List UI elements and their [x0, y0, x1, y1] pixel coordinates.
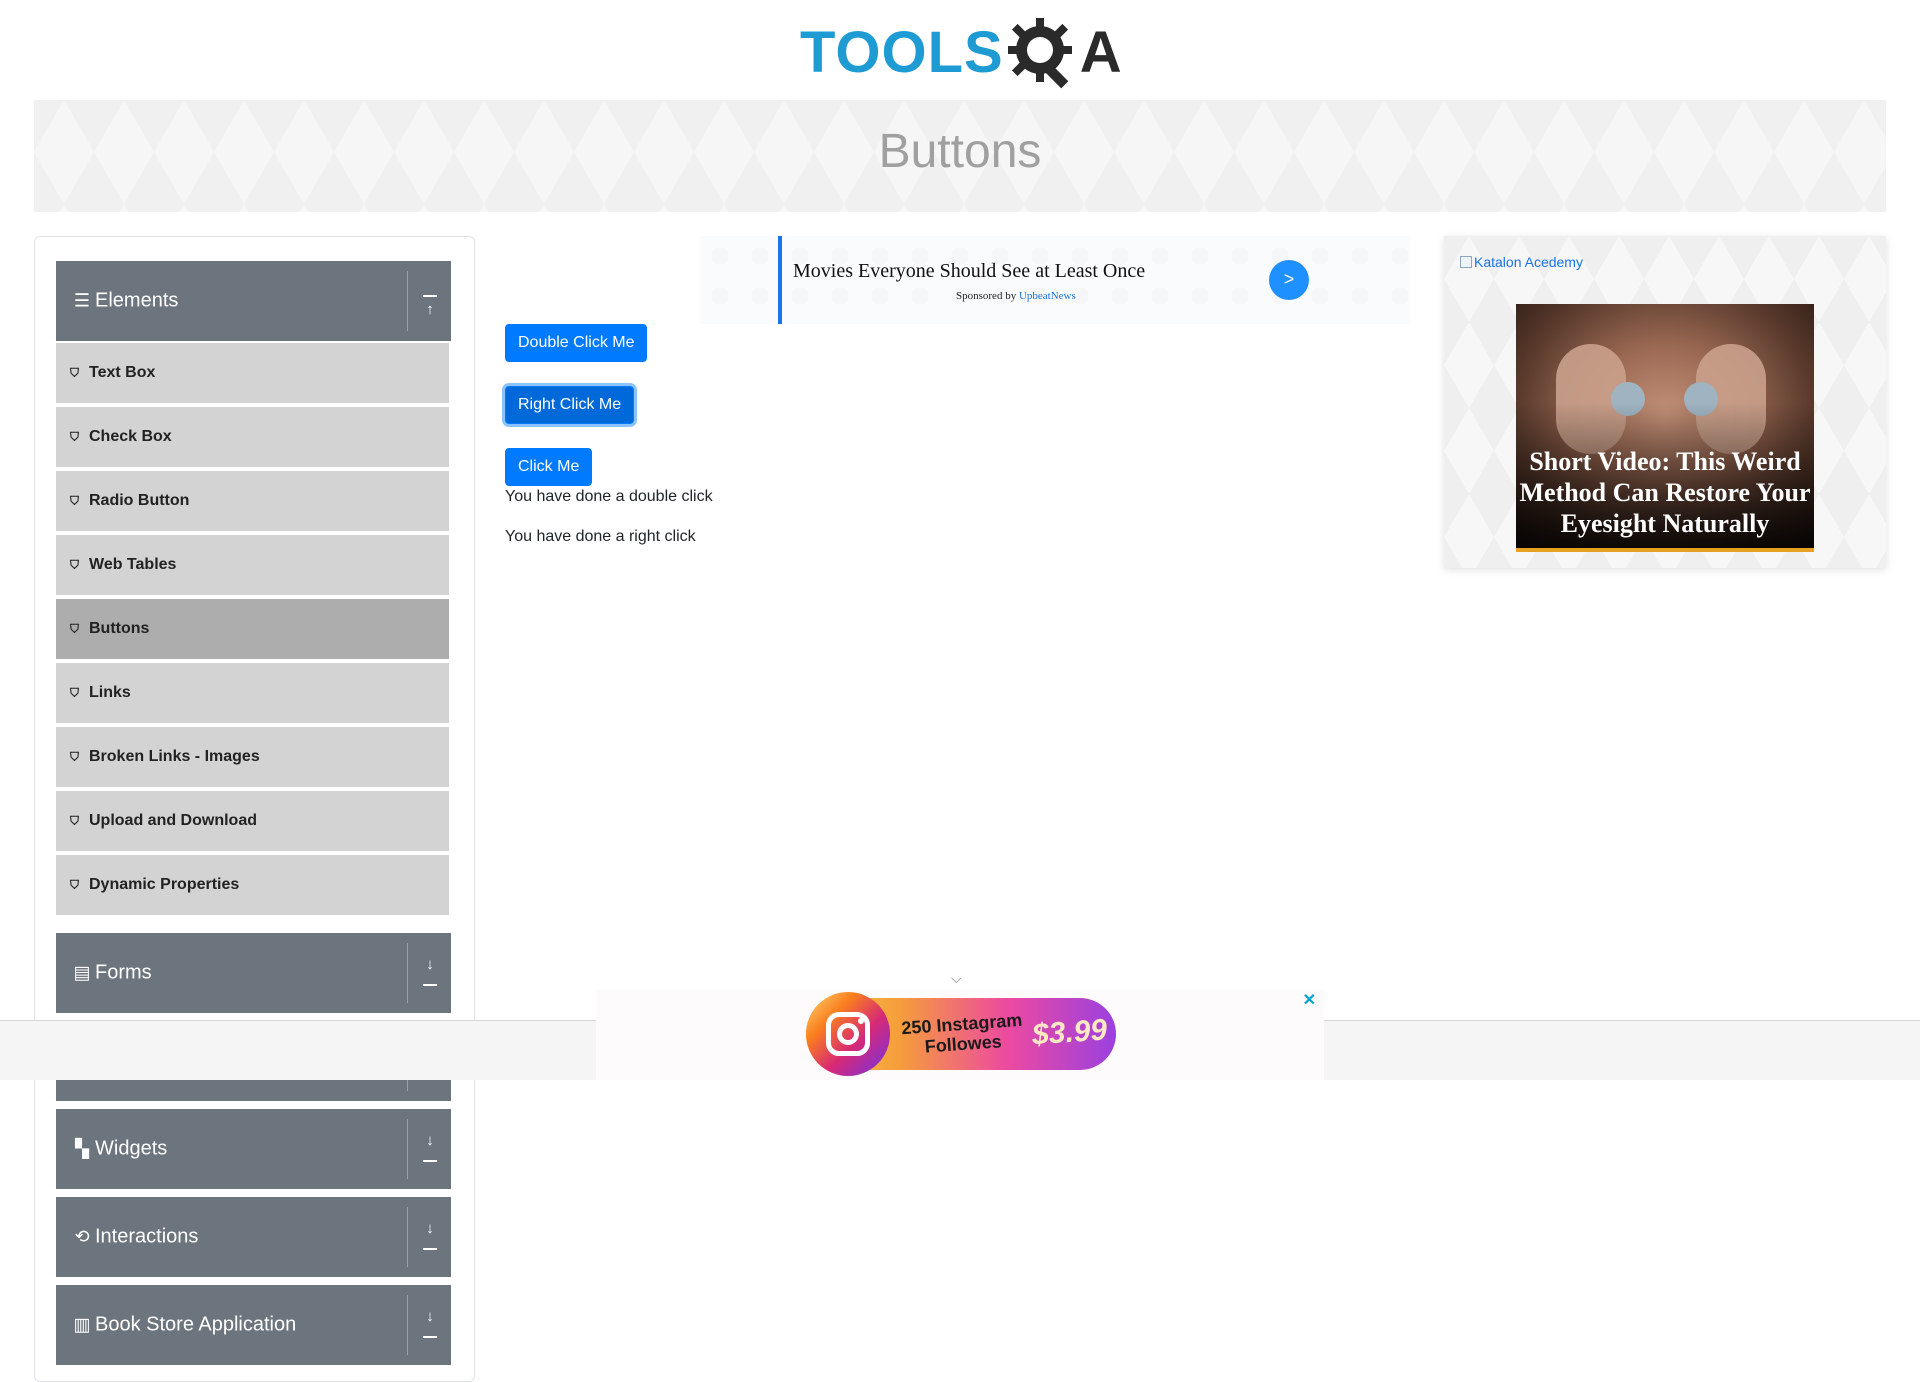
books-icon: ▥: [73, 1314, 91, 1335]
sidebar-item-radio-button[interactable]: ⛉ Radio Button: [56, 471, 449, 533]
sidebar-item-links[interactable]: ⛉ Links: [56, 663, 449, 725]
logo-qa-text: A: [1079, 20, 1122, 85]
widgets-icon: ▚: [75, 1138, 89, 1159]
html5-icon: ⛉: [70, 685, 80, 700]
document-icon: ▤: [73, 962, 91, 983]
ad-photo[interactable]: Short Video: This Weird Method Can Resto…: [1516, 304, 1814, 552]
sidebar-item-label: Buttons: [89, 620, 150, 637]
toolsqa-logo[interactable]: TOOLS A: [800, 14, 1126, 92]
sidebar-group-elements[interactable]: ☰ Elements ↑: [56, 261, 451, 341]
ad-photo-caption: Short Video: This Weird Method Can Resto…: [1519, 447, 1811, 538]
sidebar-item-upload-download[interactable]: ⛉ Upload and Download: [56, 791, 449, 853]
logo-tools-text: TOOLS: [800, 20, 1004, 85]
sidebar-group-widgets[interactable]: ▚ Widgets ↓: [56, 1109, 451, 1189]
sidebar-item-label: Dynamic Properties: [89, 876, 240, 893]
sidebar-item-label: Upload and Download: [89, 812, 257, 829]
expand-down-icon[interactable]: ↓: [421, 1220, 439, 1254]
group-divider: [407, 1119, 408, 1179]
instagram-icon-dot: [858, 1018, 864, 1024]
sidebar-group-label: Widgets: [95, 1137, 168, 1160]
html5-icon: ⛉: [70, 365, 80, 380]
hamburger-icon: ☰: [73, 290, 91, 311]
offer-text: 250 Instagram Followes: [901, 1010, 1025, 1058]
ad-sponsor: Sponsored by UpbeatNews: [956, 290, 1076, 302]
collapse-up-icon[interactable]: ↑: [421, 284, 439, 318]
close-ad-icon[interactable]: ✕: [1303, 990, 1316, 1010]
katalon-alt-text: Katalon Acedemy: [1474, 254, 1583, 270]
sidebar-item-label: Radio Button: [89, 492, 190, 509]
sidebar-item-label: Links: [89, 684, 131, 701]
ad-sponsor-name[interactable]: UpbeatNews: [1019, 290, 1076, 302]
sidebar-group-book-store[interactable]: ▥ Book Store Application ↓: [56, 1285, 451, 1365]
sidebar-item-label: Text Box: [89, 364, 156, 381]
ad-accent-bar: [778, 236, 782, 324]
ad-go-button[interactable]: >: [1269, 260, 1309, 300]
expand-down-icon[interactable]: ↓: [421, 1132, 439, 1166]
sidebar-item-label: Broken Links - Images: [89, 748, 260, 765]
ad-title[interactable]: Movies Everyone Should See at Least Once: [793, 260, 1145, 283]
html5-icon: ⛉: [70, 813, 80, 828]
group-divider: [407, 1207, 408, 1267]
sidebar: ☰ Elements ↑ ⛉ Text Box ⛉ Check Box ⛉ Ra…: [34, 236, 475, 1382]
sidebar-group-label: Interactions: [95, 1225, 199, 1248]
gear-magnifier-icon: [1007, 18, 1072, 89]
top-ad-banner[interactable]: Movies Everyone Should See at Least Once…: [700, 236, 1410, 324]
bottom-ad[interactable]: ⌵ ✕ 250 Instagram Followes $3.99: [596, 970, 1324, 1080]
sidebar-item-broken-links[interactable]: ⛉ Broken Links - Images: [56, 727, 449, 789]
html5-icon: ⛉: [70, 877, 80, 892]
right-click-message: You have done a right click: [505, 528, 696, 545]
sidebar-group-label: Book Store Application: [95, 1313, 297, 1336]
sidebar-group-forms[interactable]: ▤ Forms ↓: [56, 933, 451, 1013]
expand-down-icon[interactable]: ↓: [421, 956, 439, 990]
page-banner: Buttons: [34, 100, 1886, 212]
sidebar-item-dynamic-properties[interactable]: ⛉ Dynamic Properties: [56, 855, 449, 917]
ad-sponsor-prefix: Sponsored by: [956, 290, 1019, 302]
collapse-chevron-icon[interactable]: ⌵: [951, 970, 962, 987]
sidebar-item-label: Web Tables: [89, 556, 177, 573]
html5-icon: ⛉: [70, 493, 80, 508]
right-click-button[interactable]: Right Click Me: [505, 386, 635, 424]
page-title: Buttons: [878, 125, 1042, 178]
group-divider: [407, 1295, 408, 1355]
right-ad-panel[interactable]: Katalon Acedemy Short Video: This Weird …: [1444, 236, 1886, 568]
group-divider: [407, 271, 408, 331]
sidebar-item-buttons[interactable]: ⛉ Buttons: [56, 599, 449, 661]
html5-icon: ⛉: [70, 621, 80, 636]
offer-price: $3.99: [1030, 1013, 1109, 1052]
sidebar-group-label: Forms: [95, 961, 152, 984]
click-me-button[interactable]: Click Me: [505, 448, 593, 486]
expand-down-icon[interactable]: ↓: [421, 1308, 439, 1342]
html5-icon: ⛉: [70, 557, 80, 572]
interaction-icon: ⟲: [74, 1226, 90, 1247]
html5-icon: ⛉: [70, 429, 80, 444]
sidebar-group-label: Elements: [95, 289, 179, 312]
html5-icon: ⛉: [70, 749, 80, 764]
double-click-button[interactable]: Double Click Me: [505, 324, 648, 362]
site-header: TOOLS A: [0, 0, 1920, 100]
instagram-offer-pill[interactable]: 250 Instagram Followes $3.99: [806, 992, 1116, 1076]
group-divider: [407, 943, 408, 1003]
offer-text-line2: Followes: [924, 1031, 1003, 1057]
sidebar-item-web-tables[interactable]: ⛉ Web Tables: [56, 535, 449, 597]
double-click-message: You have done a double click: [505, 488, 713, 505]
katalon-ad-link[interactable]: Katalon Acedemy: [1460, 254, 1583, 270]
sidebar-item-text-box[interactable]: ⛉ Text Box: [56, 343, 449, 405]
sidebar-item-label: Check Box: [89, 428, 172, 445]
broken-image-icon: [1460, 256, 1472, 268]
instagram-icon-lens: [837, 1023, 859, 1045]
sidebar-group-interactions[interactable]: ⟲ Interactions ↓: [56, 1197, 451, 1277]
instagram-icon: [806, 992, 890, 1076]
sidebar-item-check-box[interactable]: ⛉ Check Box: [56, 407, 449, 469]
